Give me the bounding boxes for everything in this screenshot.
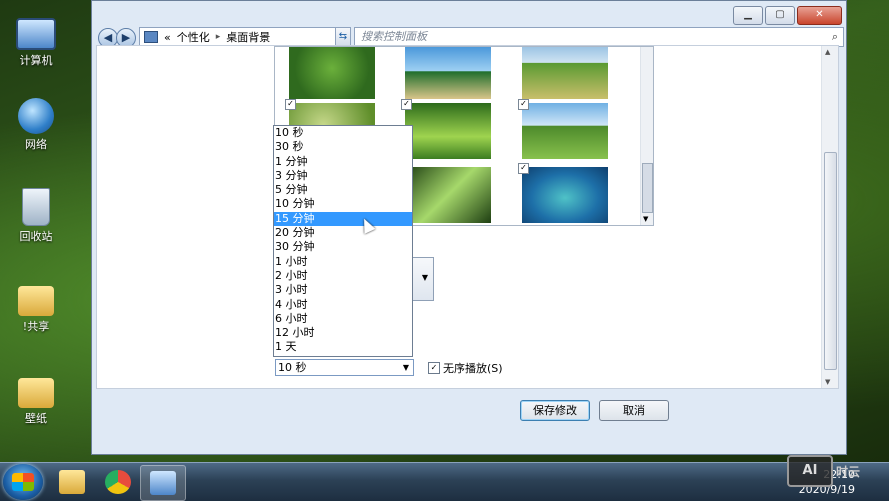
desktop-icon-wallpaper[interactable]: 壁纸	[8, 372, 64, 426]
interval-option[interactable]: 2 小时	[274, 269, 412, 283]
interval-option[interactable]: 12 小时	[274, 326, 412, 340]
control-panel-icon	[150, 471, 176, 495]
wallpaper-thumbnail[interactable]: ✓	[518, 99, 608, 161]
minimize-button[interactable]: ▁	[733, 6, 763, 25]
title-bar: ▁ ▢ ✕	[92, 1, 846, 27]
search-placeholder: 搜索控制面板	[361, 30, 427, 43]
desktop-icon-label: 计算机	[19, 54, 53, 67]
folder-icon	[18, 286, 54, 316]
shuffle-label: 无序播放(S)	[443, 362, 503, 375]
thumbnail-checkbox[interactable]: ✓	[285, 99, 296, 110]
content-scrollbar[interactable]: ▲ ▼	[821, 46, 838, 388]
start-button[interactable]	[3, 464, 43, 500]
taskbar: 22:10 2020/9/19	[0, 462, 889, 501]
recycle-bin-icon	[22, 188, 50, 226]
gallery-scrollbar[interactable]: ▼	[640, 47, 653, 225]
search-input[interactable]: 搜索控制面板 ⌕	[354, 27, 844, 47]
interval-option[interactable]: 30 分钟	[274, 240, 412, 254]
control-panel-window: ▁ ▢ ✕ ◀ ▶ « 个性化 ▸ 桌面背景 ▼ ⇆ 搜索控制面板 ⌕	[91, 0, 847, 455]
breadcrumb-personalization[interactable]: 个性化	[177, 29, 210, 45]
interval-option[interactable]: 5 分钟	[274, 183, 412, 197]
address-prefix: «	[164, 30, 171, 44]
desktop-icon-label: 网络	[25, 138, 47, 151]
interval-dropdown-list: 10 秒 30 秒 1 分钟 3 分钟 5 分钟 10 分钟 15 分钟 20 …	[273, 125, 413, 357]
scroll-up-icon[interactable]: ▲	[825, 48, 830, 56]
thumbnail-checkbox[interactable]: ✓	[518, 99, 529, 110]
interval-option[interactable]: 10 秒	[274, 126, 412, 140]
forward-arrow-icon: ▶	[121, 31, 131, 44]
interval-option[interactable]: 1 小时	[274, 255, 412, 269]
content-scroll-thumb[interactable]	[824, 152, 837, 370]
interval-select[interactable]: 10 秒 ▼	[275, 359, 414, 376]
cancel-button[interactable]: 取消	[599, 400, 669, 421]
interval-select-value: 10 秒	[278, 361, 307, 374]
computer-icon	[16, 18, 56, 50]
watermark-text: 时云	[836, 465, 861, 479]
back-arrow-icon: ◀	[103, 31, 113, 44]
wallpaper-thumbnail[interactable]: ✓	[401, 163, 491, 225]
window-controls: ▁ ▢ ✕	[733, 6, 842, 25]
scroll-down-icon[interactable]: ▼	[825, 378, 830, 386]
folder-icon	[59, 470, 85, 494]
interval-option[interactable]: 4 小时	[274, 298, 412, 312]
desktop-icon-label: 壁纸	[25, 412, 47, 425]
desktop-icon-network[interactable]: 网络	[8, 98, 64, 152]
control-panel-icon	[144, 31, 158, 43]
interval-option[interactable]: 30 秒	[274, 140, 412, 154]
scroll-down-icon[interactable]: ▼	[643, 215, 648, 223]
breadcrumb-desktop-background[interactable]: 桌面背景	[226, 29, 270, 45]
wallpaper-thumbnail[interactable]: ✓	[518, 163, 608, 225]
refresh-icon: ⇆	[338, 31, 348, 42]
interval-option[interactable]: 6 小时	[274, 312, 412, 326]
thumbnail-checkbox[interactable]: ✓	[401, 99, 412, 110]
interval-option-highlighted[interactable]: 15 分钟	[274, 211, 412, 227]
browser-icon	[105, 470, 131, 494]
thumbnail-checkbox[interactable]: ✓	[518, 163, 529, 174]
interval-option[interactable]: 1 天	[274, 340, 412, 354]
checkbox-icon[interactable]: ✓	[428, 362, 440, 374]
wallpaper-thumbnail[interactable]: ✓	[401, 99, 491, 161]
desktop-icon-share[interactable]: !共享	[8, 280, 64, 334]
maximize-button[interactable]: ▢	[765, 6, 795, 25]
watermark-logo: AI	[787, 455, 833, 487]
windows-logo-icon	[12, 473, 34, 491]
interval-option[interactable]: 1 分钟	[274, 155, 412, 169]
wallpaper-thumbnail[interactable]	[518, 47, 608, 101]
breadcrumb-separator: ▸	[215, 32, 221, 42]
chevron-down-icon: ▼	[421, 273, 428, 282]
content-area: ✓ ✓ ✓ ✓ ✓ ▼ ▼	[96, 45, 839, 389]
taskbar-explorer[interactable]	[50, 465, 94, 499]
gallery-scroll-thumb[interactable]	[642, 163, 653, 213]
taskbar-browser[interactable]	[96, 465, 140, 499]
address-bar[interactable]: « 个性化 ▸ 桌面背景 ▼	[139, 27, 347, 47]
desktop-icon-label: 回收站	[19, 230, 53, 243]
wallpaper-thumbnail[interactable]	[285, 47, 375, 101]
shuffle-checkbox[interactable]: ✓ 无序播放(S)	[428, 360, 503, 376]
desktop-icon-recycle-bin[interactable]: 回收站	[8, 188, 64, 244]
search-icon[interactable]: ⌕	[832, 28, 838, 46]
desktop-icon-computer[interactable]: 计算机	[8, 12, 64, 68]
folder-icon	[18, 378, 54, 408]
close-button[interactable]: ✕	[797, 6, 842, 25]
interval-option[interactable]: 3 小时	[274, 283, 412, 297]
interval-option[interactable]: 20 分钟	[274, 226, 412, 240]
interval-option[interactable]: 3 分钟	[274, 169, 412, 183]
network-icon	[18, 98, 54, 134]
save-changes-button[interactable]: 保存修改	[520, 400, 590, 421]
desktop-icon-label: !共享	[22, 320, 50, 333]
taskbar-control-panel[interactable]	[140, 465, 186, 501]
chevron-down-icon: ▼	[402, 363, 409, 372]
interval-option[interactable]: 10 分钟	[274, 197, 412, 211]
refresh-button[interactable]: ⇆	[335, 27, 351, 47]
wallpaper-thumbnail[interactable]	[401, 47, 491, 101]
